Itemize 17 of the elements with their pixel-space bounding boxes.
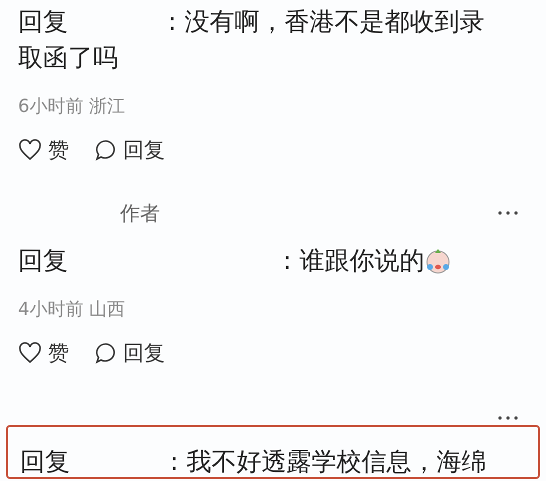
comment-text: 回复 : 没有啊，香港不是都收到录取函了吗 bbox=[18, 6, 486, 74]
author-tag: 作者 bbox=[120, 198, 160, 228]
comment-text: 回复 : 我不好透露学校信息，海绵 bbox=[20, 447, 486, 477]
heart-icon bbox=[18, 342, 42, 364]
emoji-icon bbox=[424, 247, 452, 275]
comment-icon bbox=[95, 139, 117, 161]
comment-meta: 6小时前 浙江 bbox=[18, 96, 126, 118]
comment-icon bbox=[95, 342, 117, 364]
more-icon[interactable] bbox=[498, 211, 518, 215]
like-button[interactable]: 赞 bbox=[18, 340, 69, 366]
reply-button[interactable]: 回复 bbox=[95, 340, 165, 366]
more-icon[interactable] bbox=[498, 416, 518, 420]
reply-button[interactable]: 回复 bbox=[95, 137, 165, 163]
comment-text: 回复 : 谁跟你说的 bbox=[18, 245, 424, 277]
heart-icon bbox=[18, 139, 42, 161]
like-button[interactable]: 赞 bbox=[18, 137, 69, 163]
comment-meta: 4小时前 山西 bbox=[18, 299, 126, 321]
